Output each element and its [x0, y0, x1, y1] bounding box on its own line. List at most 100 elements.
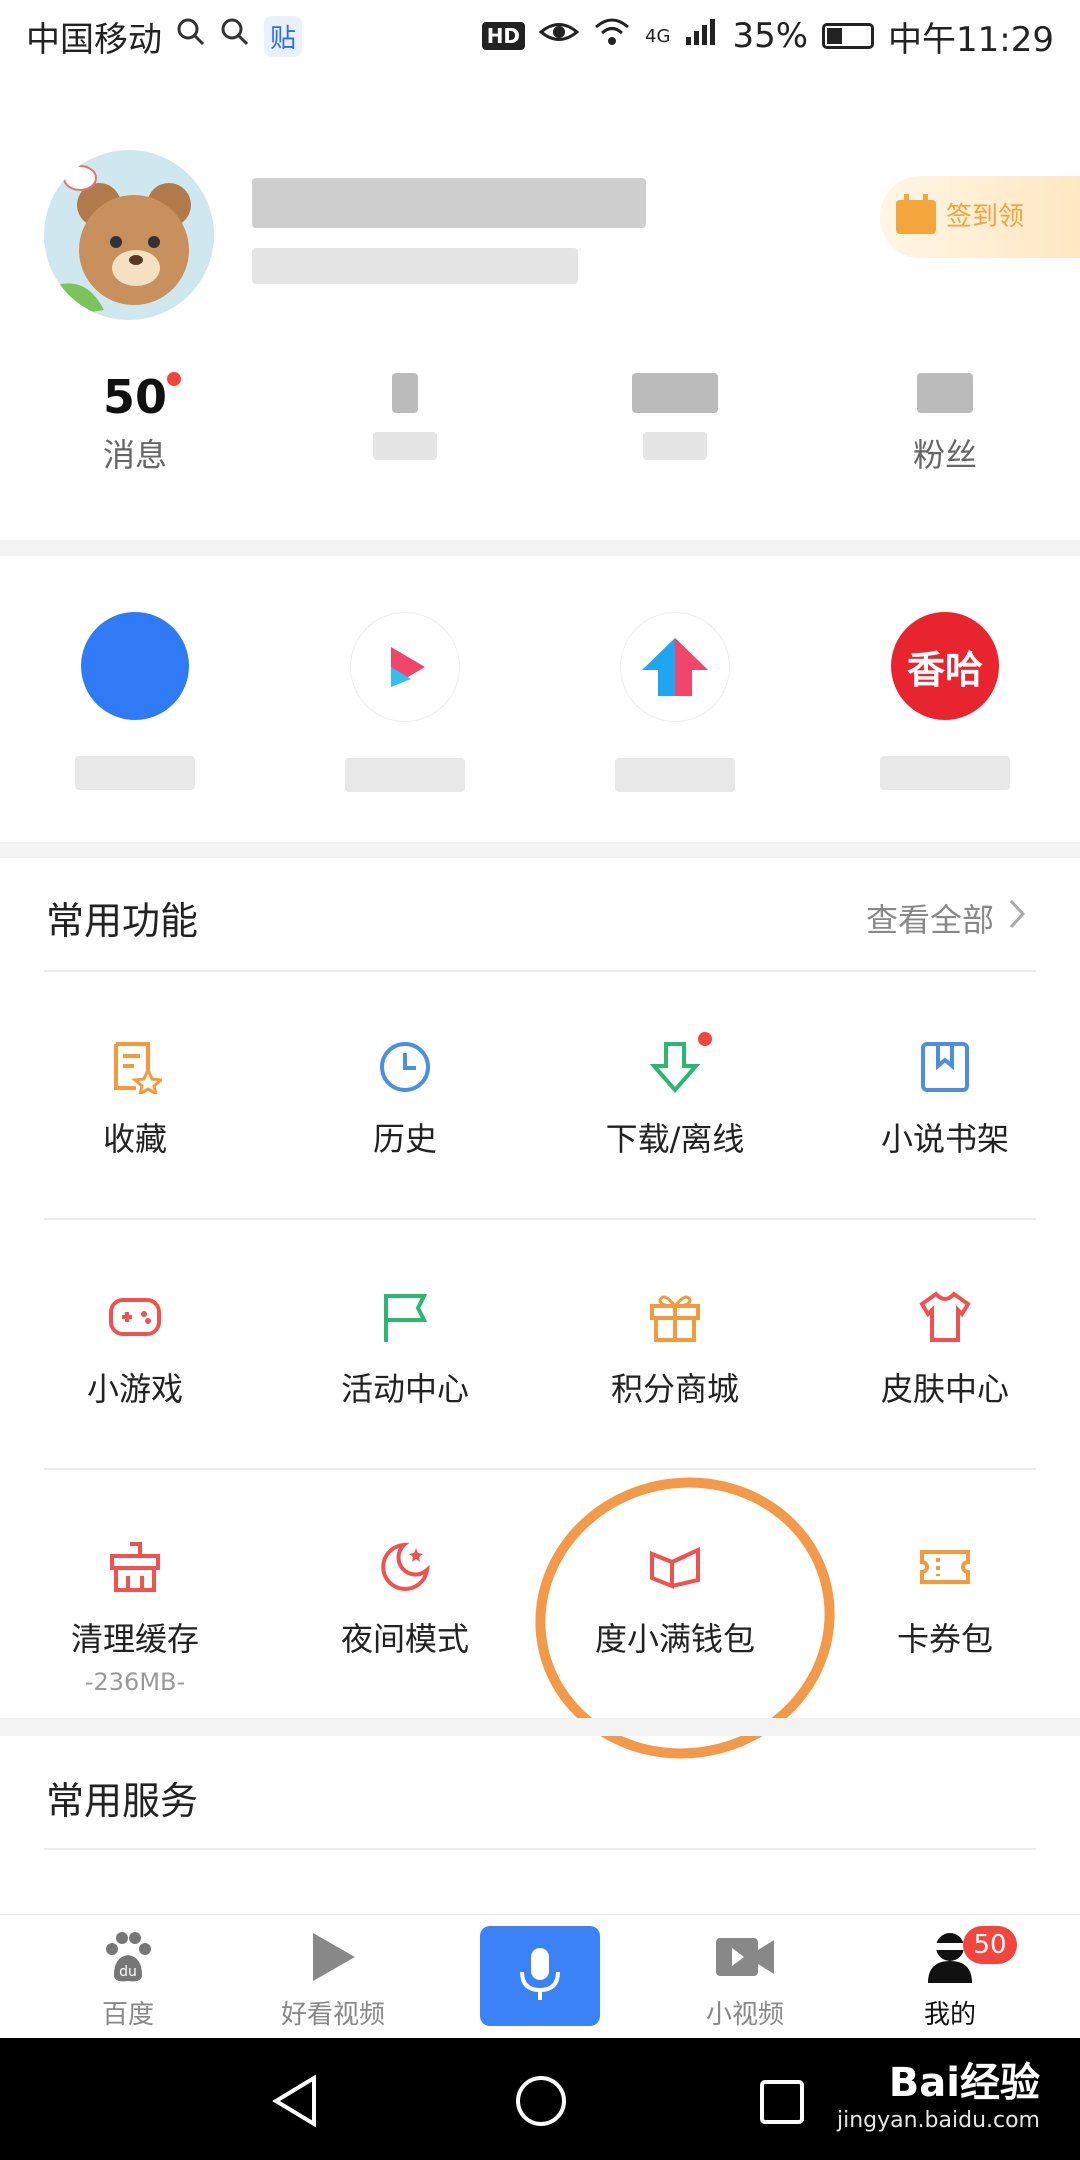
download-icon [648, 1032, 712, 1094]
function-label: 历史 [372, 1120, 437, 1158]
view-all-link[interactable]: 查看全部 [866, 895, 1026, 941]
user-level-blurred [252, 248, 578, 284]
function-history[interactable]: 历史 [270, 1040, 540, 1160]
view-all-label: 查看全部 [865, 901, 994, 939]
function-label: 小游戏 [86, 1370, 183, 1408]
function-coupon-pack[interactable]: 卡券包 [810, 1540, 1080, 1660]
signin-label: 签到领 [946, 202, 1025, 232]
mini-app[interactable] [270, 612, 540, 792]
nav-label: 百度 [101, 2000, 154, 2030]
chevron-right-icon [1008, 898, 1026, 938]
clock-time: 中午11:29 [888, 19, 1054, 60]
nav-label: 好看视频 [280, 2000, 385, 2030]
signal-icon [684, 16, 718, 56]
user-icon [850, 1924, 1050, 1990]
function-label: 清理缓存 [70, 1620, 199, 1658]
microphone-icon [518, 1946, 562, 2006]
stat-value [540, 370, 810, 424]
signin-reward-button[interactable]: 签到领 [880, 176, 1080, 258]
xianghaa-logo: 香哈 [891, 612, 999, 720]
svg-text:du: du [119, 1964, 137, 1980]
baidu-jingyan-watermark: Bai经验 jingyan.baidu.com [837, 2050, 1040, 2133]
notification-badge: 50 [963, 1926, 1017, 1964]
divider [44, 1848, 1036, 1850]
clock-icon [378, 1040, 432, 1094]
divider [44, 1218, 1036, 1220]
avatar[interactable] [44, 150, 214, 320]
watermark-brand: Bai经验 [888, 2060, 1040, 2106]
mini-app-name-blurred [880, 756, 1010, 790]
function-mini-games[interactable]: 小游戏 [0, 1290, 270, 1410]
broom-icon [108, 1540, 162, 1594]
tieba-app-icon: 贴 [264, 15, 303, 57]
recent-apps-icon[interactable] [758, 2078, 806, 2130]
section-divider [0, 842, 1080, 858]
play-icon [233, 1924, 433, 1990]
video-camera-icon [645, 1924, 845, 1990]
mini-app-xianghaa[interactable]: 香哈 [810, 612, 1080, 790]
function-label: 下载/离线 [605, 1120, 745, 1158]
eye-icon [538, 16, 580, 56]
stat-following[interactable] [540, 370, 810, 468]
nav-tab-baidu[interactable]: du 百度 [28, 1924, 228, 2031]
stat-label [270, 430, 540, 468]
function-night-mode[interactable]: 夜间模式 [270, 1540, 540, 1660]
status-bar: 中国移动 贴 HD 4G 35% 中午11:29 [0, 0, 1080, 72]
stat-messages[interactable]: 50 消息 [0, 370, 270, 476]
voice-search-button[interactable] [480, 1926, 600, 2026]
username-blurred [252, 178, 646, 228]
hd-icon: HD [481, 22, 526, 50]
mini-app-name-blurred [615, 758, 735, 792]
function-label: 皮肤中心 [880, 1370, 1009, 1408]
search-icon [176, 16, 206, 56]
wifi-icon [593, 16, 631, 56]
cache-size: -236MB- [84, 1668, 186, 1696]
nav-tab-short-video[interactable]: 小视频 [645, 1924, 845, 2031]
baidu-paw-icon: du [28, 1924, 228, 1990]
calendar-icon [894, 194, 938, 240]
stat-label [540, 430, 810, 468]
home-icon[interactable] [514, 2074, 568, 2132]
stat-value: 50 [102, 370, 167, 424]
shirt-icon [918, 1290, 972, 1344]
new-download-dot [698, 1032, 712, 1046]
gamepad-icon [108, 1290, 162, 1344]
mini-app[interactable] [540, 612, 810, 792]
coupon-icon [918, 1540, 972, 1594]
function-favorites[interactable]: 收藏 [0, 1040, 270, 1160]
back-icon[interactable] [270, 2074, 320, 2132]
search-icon [220, 16, 250, 56]
section-title-common-functions: 常用功能 [46, 899, 199, 943]
function-clear-cache[interactable]: 清理缓存 -236MB- [0, 1540, 270, 1696]
mini-app-name-blurred [345, 758, 465, 792]
carrier-label: 中国移动 [26, 19, 162, 60]
function-label: 活动中心 [340, 1370, 469, 1408]
function-novel-shelf[interactable]: 小说书架 [810, 1040, 1080, 1160]
function-skin-center[interactable]: 皮肤中心 [810, 1290, 1080, 1410]
function-label: 收藏 [102, 1120, 167, 1158]
section-divider [0, 1718, 1080, 1736]
network-type: 4G [645, 25, 671, 47]
function-points-mall[interactable]: 积分商城 [540, 1290, 810, 1410]
nav-label: 小视频 [705, 2000, 784, 2030]
nav-tab-mine[interactable]: 我的 [850, 1924, 1050, 2031]
section-divider [0, 540, 1080, 556]
stat-value [270, 370, 540, 424]
stat-fans[interactable]: 粉丝 [810, 370, 1080, 476]
moon-icon [378, 1540, 432, 1594]
stat-label: 粉丝 [912, 436, 977, 474]
nav-tab-haokan-video[interactable]: 好看视频 [233, 1924, 433, 2031]
unread-dot [167, 372, 181, 386]
function-download[interactable]: 下载/离线 [540, 1032, 810, 1160]
stat-dynamics[interactable] [270, 370, 540, 468]
battery-icon [822, 23, 875, 49]
battery-percent: 35% [732, 16, 809, 56]
house-arrow-icon [620, 612, 730, 722]
divider [44, 970, 1036, 972]
function-activity-center[interactable]: 活动中心 [270, 1290, 540, 1410]
mini-app[interactable] [0, 612, 270, 790]
mini-app-name-blurred [75, 756, 195, 790]
gift-icon [648, 1290, 702, 1344]
function-label: 积分商城 [610, 1370, 739, 1408]
mini-app-icon [81, 612, 189, 720]
